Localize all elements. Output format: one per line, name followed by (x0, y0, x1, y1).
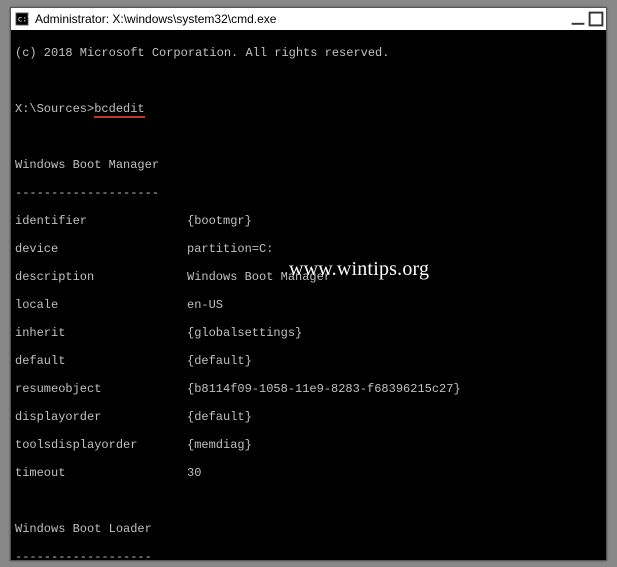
kv-row: devicepartition=C: (15, 242, 602, 256)
terminal-output[interactable]: (c) 2018 Microsoft Corporation. All righ… (11, 30, 606, 560)
kv-row: default{default} (15, 354, 602, 368)
svg-text:c:\: c:\ (18, 14, 29, 23)
kv-row: resumeobject{b8114f09-1058-11e9-8283-f68… (15, 382, 602, 396)
section-header-boot-manager: Windows Boot Manager (15, 158, 602, 172)
window-title: Administrator: X:\windows\system32\cmd.e… (35, 12, 570, 26)
kv-row: displayorder{default} (15, 410, 602, 424)
kv-row: identifier{bootmgr} (15, 214, 602, 228)
kv-row: localeen-US (15, 298, 602, 312)
kv-row: toolsdisplayorder{memdiag} (15, 438, 602, 452)
window-controls (570, 12, 604, 26)
command-bcdedit: bcdedit (94, 102, 144, 118)
kv-row: timeout30 (15, 466, 602, 480)
prompt-line-1: X:\Sources>bcdedit (15, 102, 602, 116)
cmd-icon: c:\ (15, 12, 29, 26)
minimize-button[interactable] (570, 12, 586, 26)
cmd-window: c:\ Administrator: X:\windows\system32\c… (10, 7, 607, 561)
kv-row: inherit{globalsettings} (15, 326, 602, 340)
section-header-boot-loader: Windows Boot Loader (15, 522, 602, 536)
copyright-line: (c) 2018 Microsoft Corporation. All righ… (15, 46, 602, 60)
title-bar[interactable]: c:\ Administrator: X:\windows\system32\c… (11, 8, 606, 30)
maximize-button[interactable] (588, 12, 604, 26)
section-rule: ------------------- (15, 550, 602, 560)
watermark: www.wintips.org (289, 262, 429, 276)
section-rule: -------------------- (15, 186, 602, 200)
